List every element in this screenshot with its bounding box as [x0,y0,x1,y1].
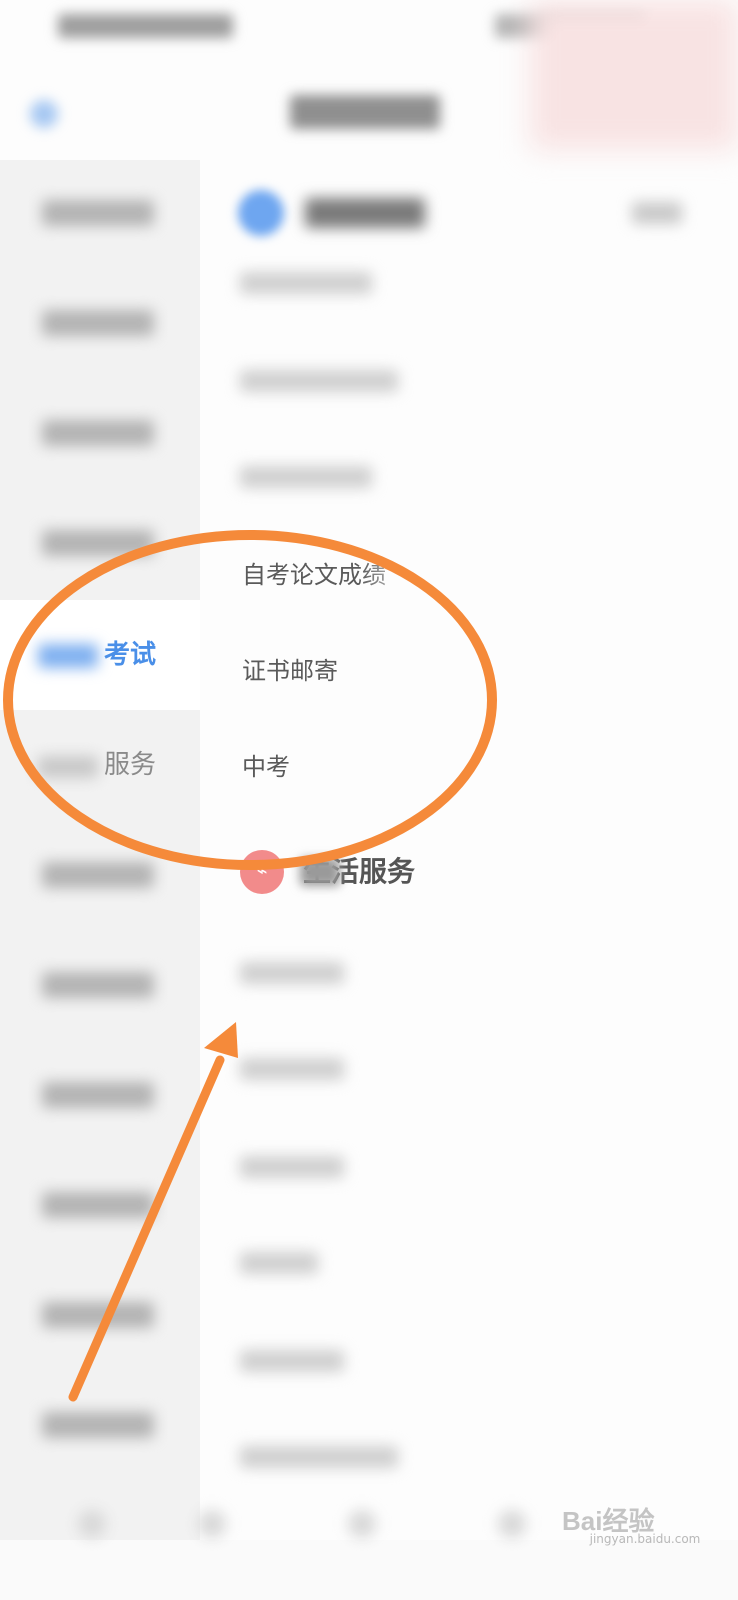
text-fade [360,552,420,596]
back-icon[interactable] [30,100,58,128]
list-item-blurred[interactable] [240,1252,318,1274]
list-item-certificate-mail[interactable]: 证书邮寄 [242,656,338,686]
sidebar-item[interactable] [0,160,200,270]
sidebar-item-label: 服务 [103,750,156,780]
list-item-blurred[interactable] [240,962,344,984]
list-item-zhongkao[interactable]: 中考 [242,752,290,782]
list-item-blurred[interactable] [240,1350,344,1372]
sidebar-item[interactable] [0,1370,200,1480]
list-item-blurred[interactable] [240,370,398,392]
section-title-prefix-blurred [300,858,340,886]
page-title-blurred [290,95,440,129]
sidebar-item[interactable] [0,1260,200,1370]
list-item-blurred[interactable] [240,1446,398,1468]
section-icon-blurred [238,190,284,236]
tab-icon-blurred[interactable] [198,1510,226,1538]
list-item-blurred[interactable] [240,1058,344,1080]
section-title-blurred [305,198,425,228]
tab-icon-blurred[interactable] [498,1510,526,1538]
list-item-blurred[interactable] [240,272,372,294]
sidebar-item-service[interactable]: 服务 [0,710,200,820]
life-service-glyph-icon: ⌁ [256,861,268,882]
sidebar-item[interactable] [0,490,200,600]
sidebar-item-label: 考试 [103,640,156,670]
sidebar-item[interactable] [0,270,200,380]
sidebar-item[interactable] [0,1040,200,1150]
list-item-blurred[interactable] [240,466,372,488]
tab-icon-blurred[interactable] [78,1510,106,1538]
sidebar-item[interactable] [0,1150,200,1260]
sidebar-active-prefix-blurred [38,644,98,668]
section-more-blurred[interactable] [632,202,682,224]
list-item-blurred[interactable] [240,1156,344,1178]
status-time-blurred [58,14,233,38]
watermark-url: jingyan.baidu.com [589,1532,701,1546]
sidebar-item[interactable] [0,930,200,1040]
category-sidebar: 考试 服务 [0,160,200,1540]
sidebar-item-exam[interactable]: 考试 [0,600,200,710]
sidebar-next-prefix-blurred [38,756,98,778]
tab-icon-blurred[interactable] [348,1510,376,1538]
sidebar-item[interactable] [0,820,200,930]
sidebar-item[interactable] [0,380,200,490]
